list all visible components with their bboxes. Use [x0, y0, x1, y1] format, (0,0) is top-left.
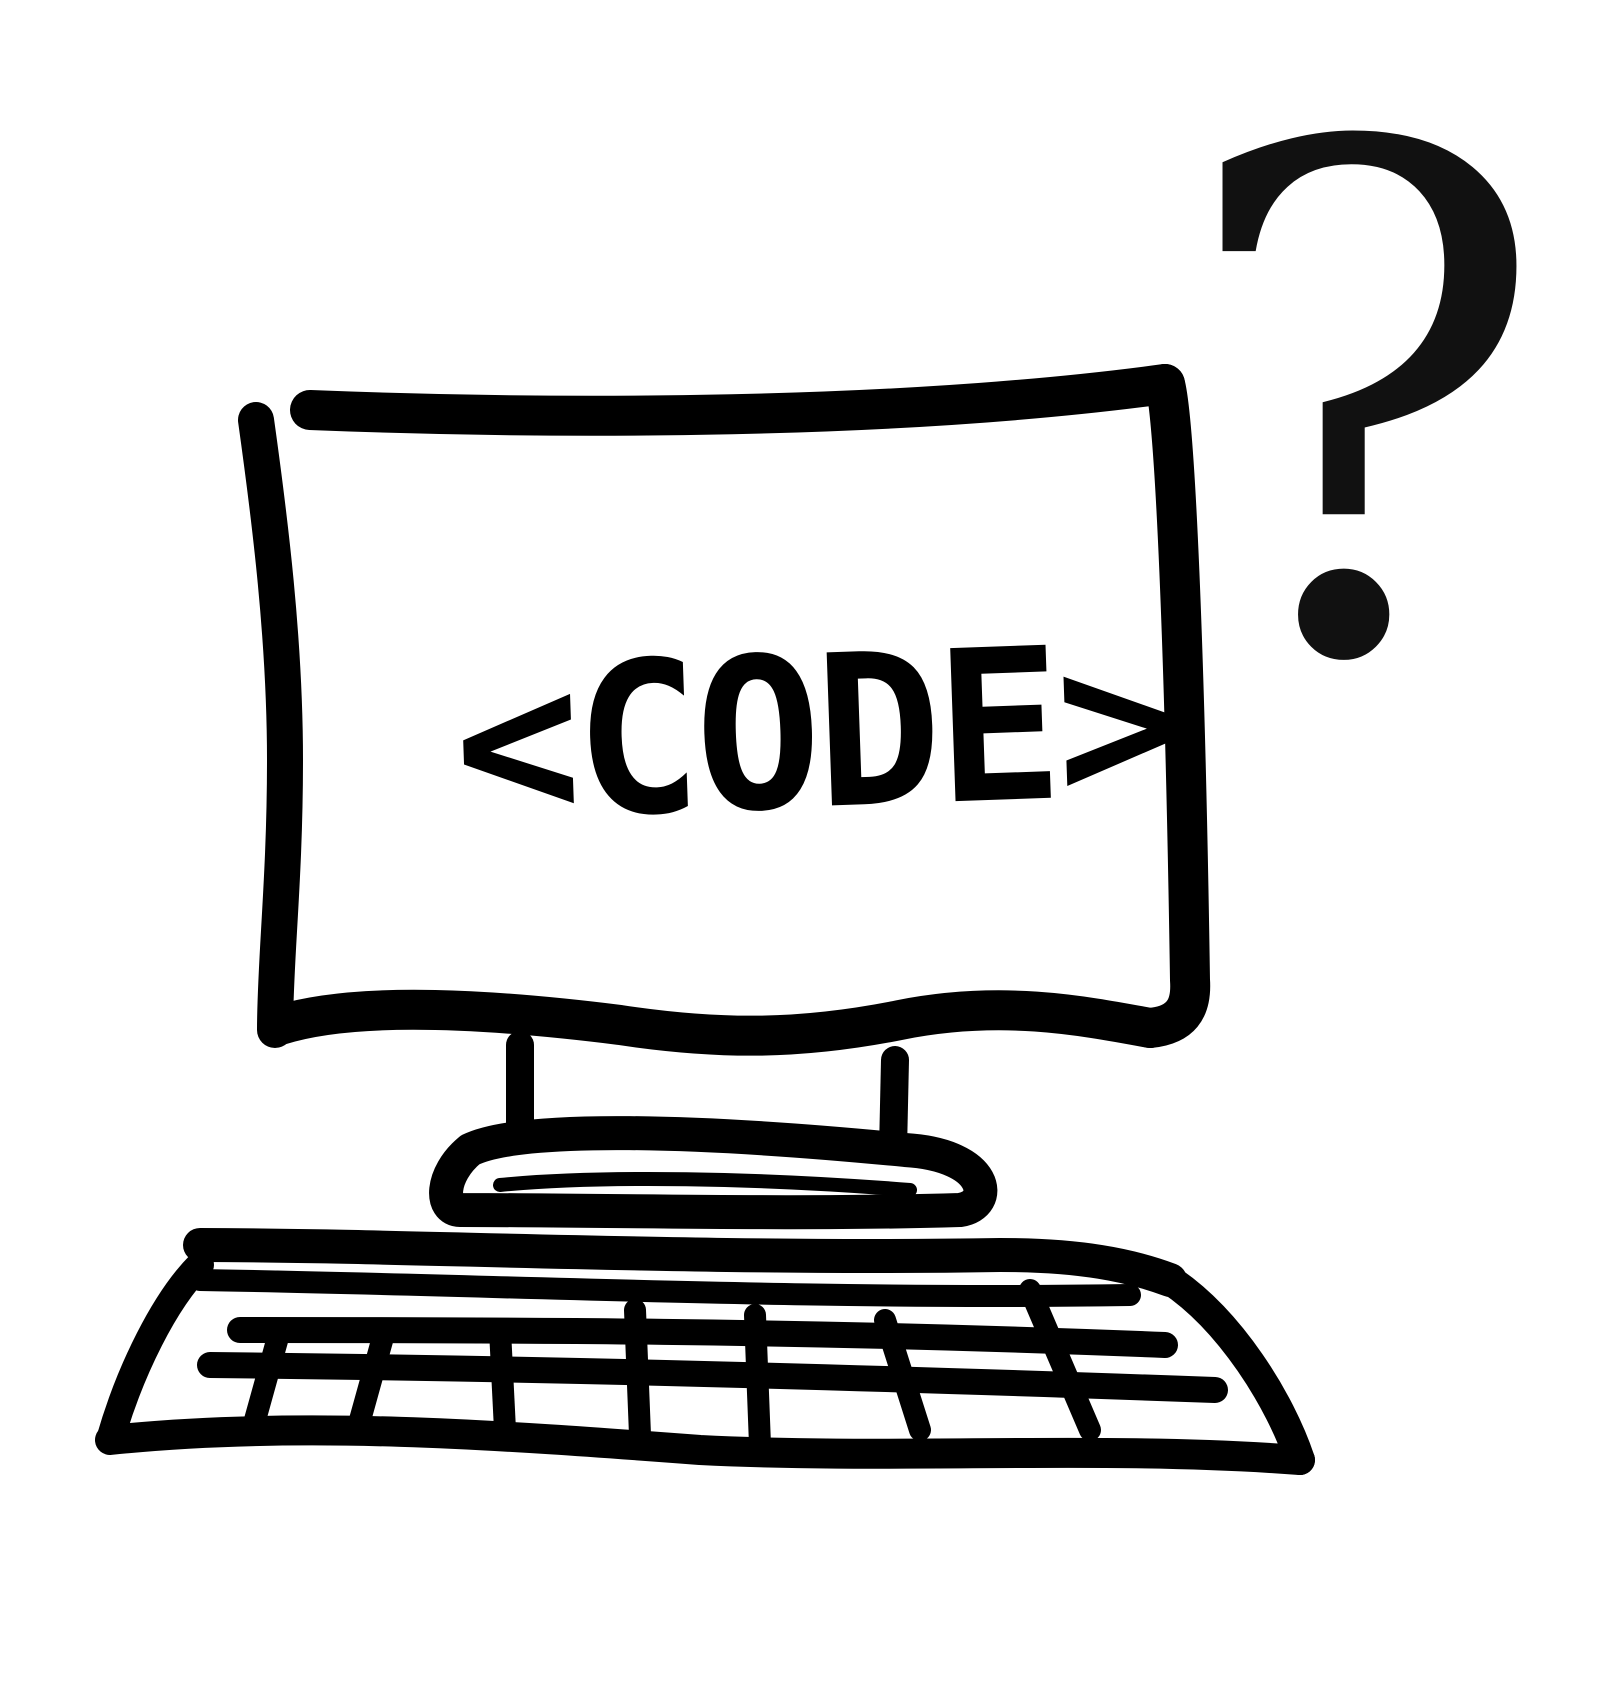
- question-mark-icon: ?: [1175, 1, 1550, 816]
- computer-icon: <CODE>: [238, 364, 1211, 1056]
- keyboard-icon: [95, 1228, 1315, 1475]
- monitor-stand: [429, 1031, 998, 1230]
- computer-question-illustration: <CODE> ?: [95, 1, 1550, 1475]
- screen-code-label: <CODE>: [450, 598, 1181, 868]
